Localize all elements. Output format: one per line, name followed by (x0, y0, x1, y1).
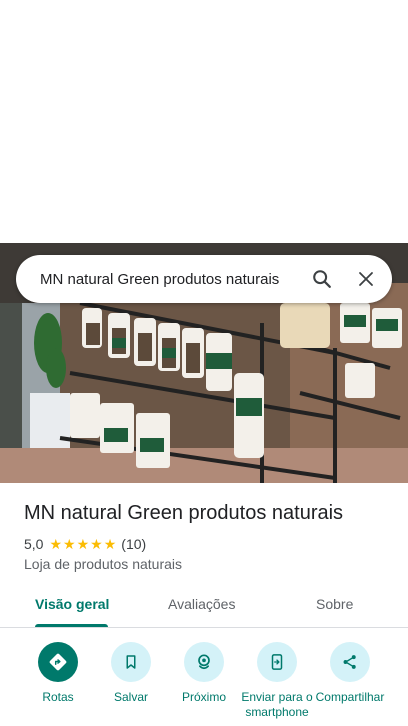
place-title: MN natural Green produtos naturais (24, 502, 344, 524)
review-count[interactable]: (10) (121, 536, 146, 552)
place-category: Loja de produtos naturais (24, 556, 182, 572)
nearby-button[interactable]: Próximo (164, 642, 244, 705)
directions-icon[interactable] (38, 642, 78, 682)
rating-row[interactable]: 5,0 ★ ★ ★ ★ ★ (10) (24, 536, 146, 552)
tab-active-indicator (35, 624, 108, 627)
search-bar[interactable]: MN natural Green produtos naturais (16, 255, 392, 303)
directions-button[interactable]: Rotas (18, 642, 98, 705)
tab-reviews[interactable]: Avaliações (168, 596, 235, 612)
send-to-phone-button[interactable]: Enviar para o smartphone (237, 642, 317, 720)
share-button[interactable]: Compartilhar (310, 642, 390, 705)
rating-value: 5,0 (24, 536, 44, 552)
share-label: Compartilhar (315, 690, 385, 704)
star-icon: ★ (90, 536, 103, 552)
search-icon[interactable] (300, 257, 344, 301)
rating-stars: ★ ★ ★ ★ ★ (49, 537, 117, 551)
save-label: Salvar (113, 690, 148, 704)
star-icon: ★ (49, 536, 63, 552)
star-icon: ★ (76, 536, 90, 552)
star-icon: ★ (103, 536, 117, 552)
send-to-phone-icon[interactable] (257, 642, 297, 682)
close-icon[interactable] (344, 257, 388, 301)
maps-place-sheet: MN natural Green produtos naturais MN na… (0, 0, 408, 726)
tab-overview[interactable]: Visão geral (35, 596, 109, 612)
share-icon[interactable] (330, 642, 370, 682)
tab-about[interactable]: Sobre (316, 596, 353, 612)
nearby-icon[interactable] (184, 642, 224, 682)
star-icon: ★ (63, 536, 76, 552)
bookmark-icon[interactable] (111, 642, 151, 682)
nearby-label: Próximo (181, 690, 226, 704)
send-to-phone-label: Enviar para o smartphone (241, 690, 313, 719)
directions-label: Rotas (42, 690, 74, 704)
save-button[interactable]: Salvar (91, 642, 171, 705)
search-input[interactable]: MN natural Green produtos naturais (40, 271, 300, 288)
place-tabs: Visão geral Avaliações Sobre (0, 588, 408, 628)
